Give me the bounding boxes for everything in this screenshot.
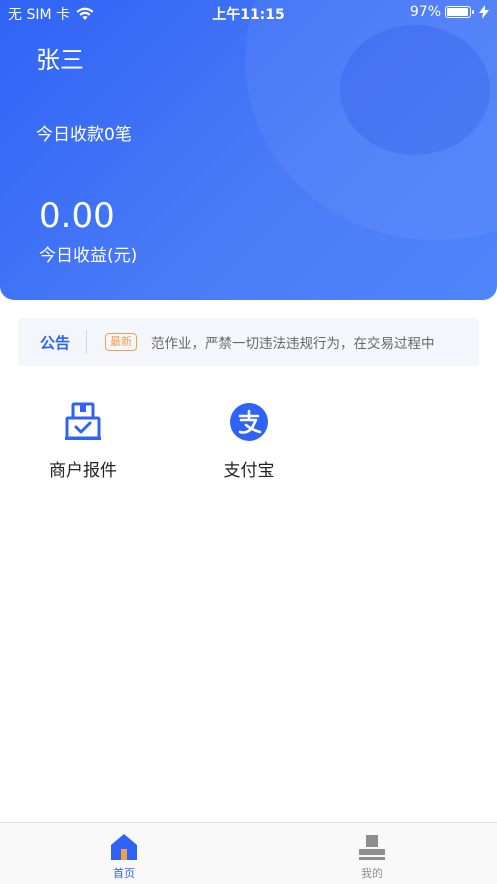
tab-home-label: 首页 [113,867,135,880]
profile-icon [356,831,388,863]
notice-text: 范作业，严禁一切违法违规行为，在交易过程中 [151,336,435,352]
home-icon [108,831,140,863]
notice-divider [86,330,88,354]
merchant-register-label: 商户报件 [49,461,117,481]
amount-label: 今日收益(元) [39,246,138,266]
alipay-button[interactable]: 支付宝 [189,400,309,481]
merchant-register-icon [61,400,105,444]
status-bar: 无 SIM 卡 上午11:15 97% [0,0,497,26]
alipay-label: 支付宝 [223,461,275,481]
today-count: 今日收款0笔 [36,125,132,145]
decorative-circle [340,25,490,155]
tab-bar: 首页 我的 [0,822,497,884]
bolt-icon [479,5,489,19]
merchant-register-button[interactable]: 商户报件 [23,400,143,481]
alipay-icon [227,400,271,444]
notice-bar[interactable]: 公告 最新 范作业，严禁一切违法违规行为，在交易过程中 [18,318,479,366]
today-amount: 0.00 [39,196,115,236]
header-card: 无 SIM 卡 上午11:15 97% 张三 今日收款0笔 0.00 今日收益(… [0,0,497,300]
user-name: 张三 [36,46,84,74]
notice-title: 公告 [40,333,71,352]
new-badge: 最新 [105,333,138,351]
battery-icon [445,6,474,18]
battery-percent: 97% [409,4,441,20]
tab-home[interactable]: 首页 [64,831,184,881]
tab-profile[interactable]: 我的 [312,831,432,881]
tab-profile-label: 我的 [361,867,383,880]
